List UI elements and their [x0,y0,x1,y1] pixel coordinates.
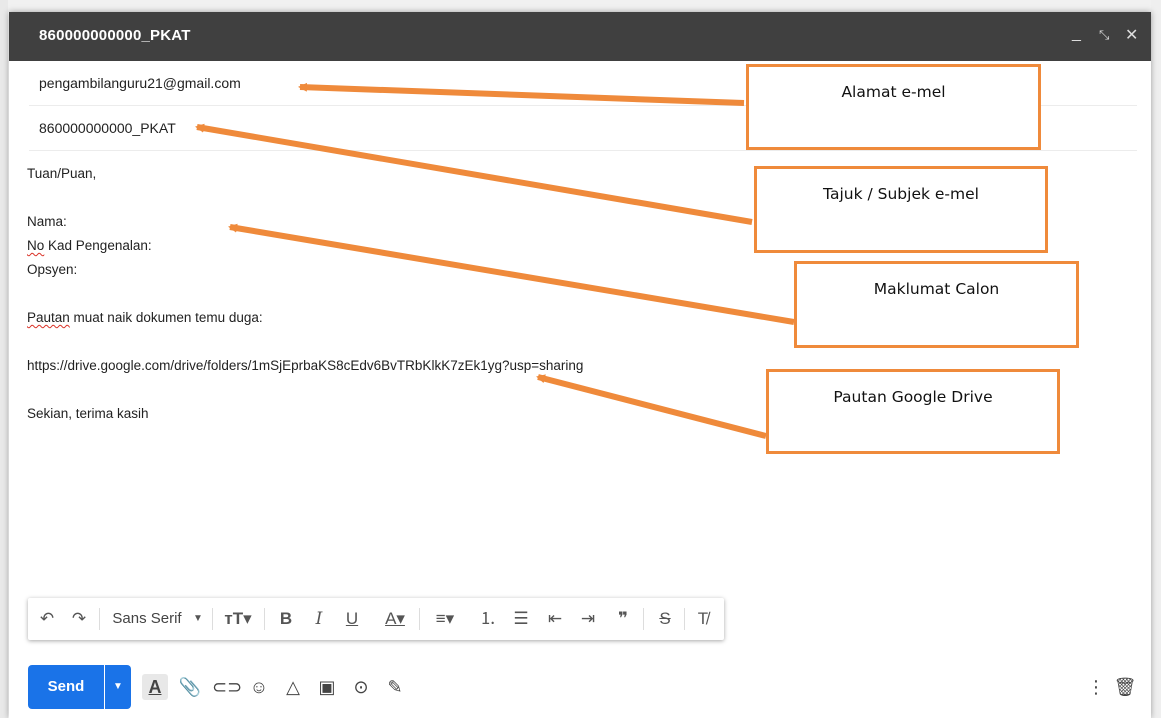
callout-address-text: Alamat e-mel [841,83,946,101]
callout-candidate-info: Maklumat Calon [794,261,1079,348]
callout-address: Alamat e-mel [746,64,1041,150]
callout-subject-text: Tajuk / Subjek e-mel [823,185,979,203]
arrow-to-subject [195,123,753,225]
callout-drive-text: Pautan Google Drive [833,388,993,406]
arrow-to-drive-link [536,374,767,439]
arrow-to-address [298,82,745,106]
callout-drive-link: Pautan Google Drive [766,369,1060,454]
callout-subject: Tajuk / Subjek e-mel [754,166,1048,253]
arrow-to-candidate-info [228,223,795,325]
callout-candidate-text: Maklumat Calon [873,280,1000,298]
